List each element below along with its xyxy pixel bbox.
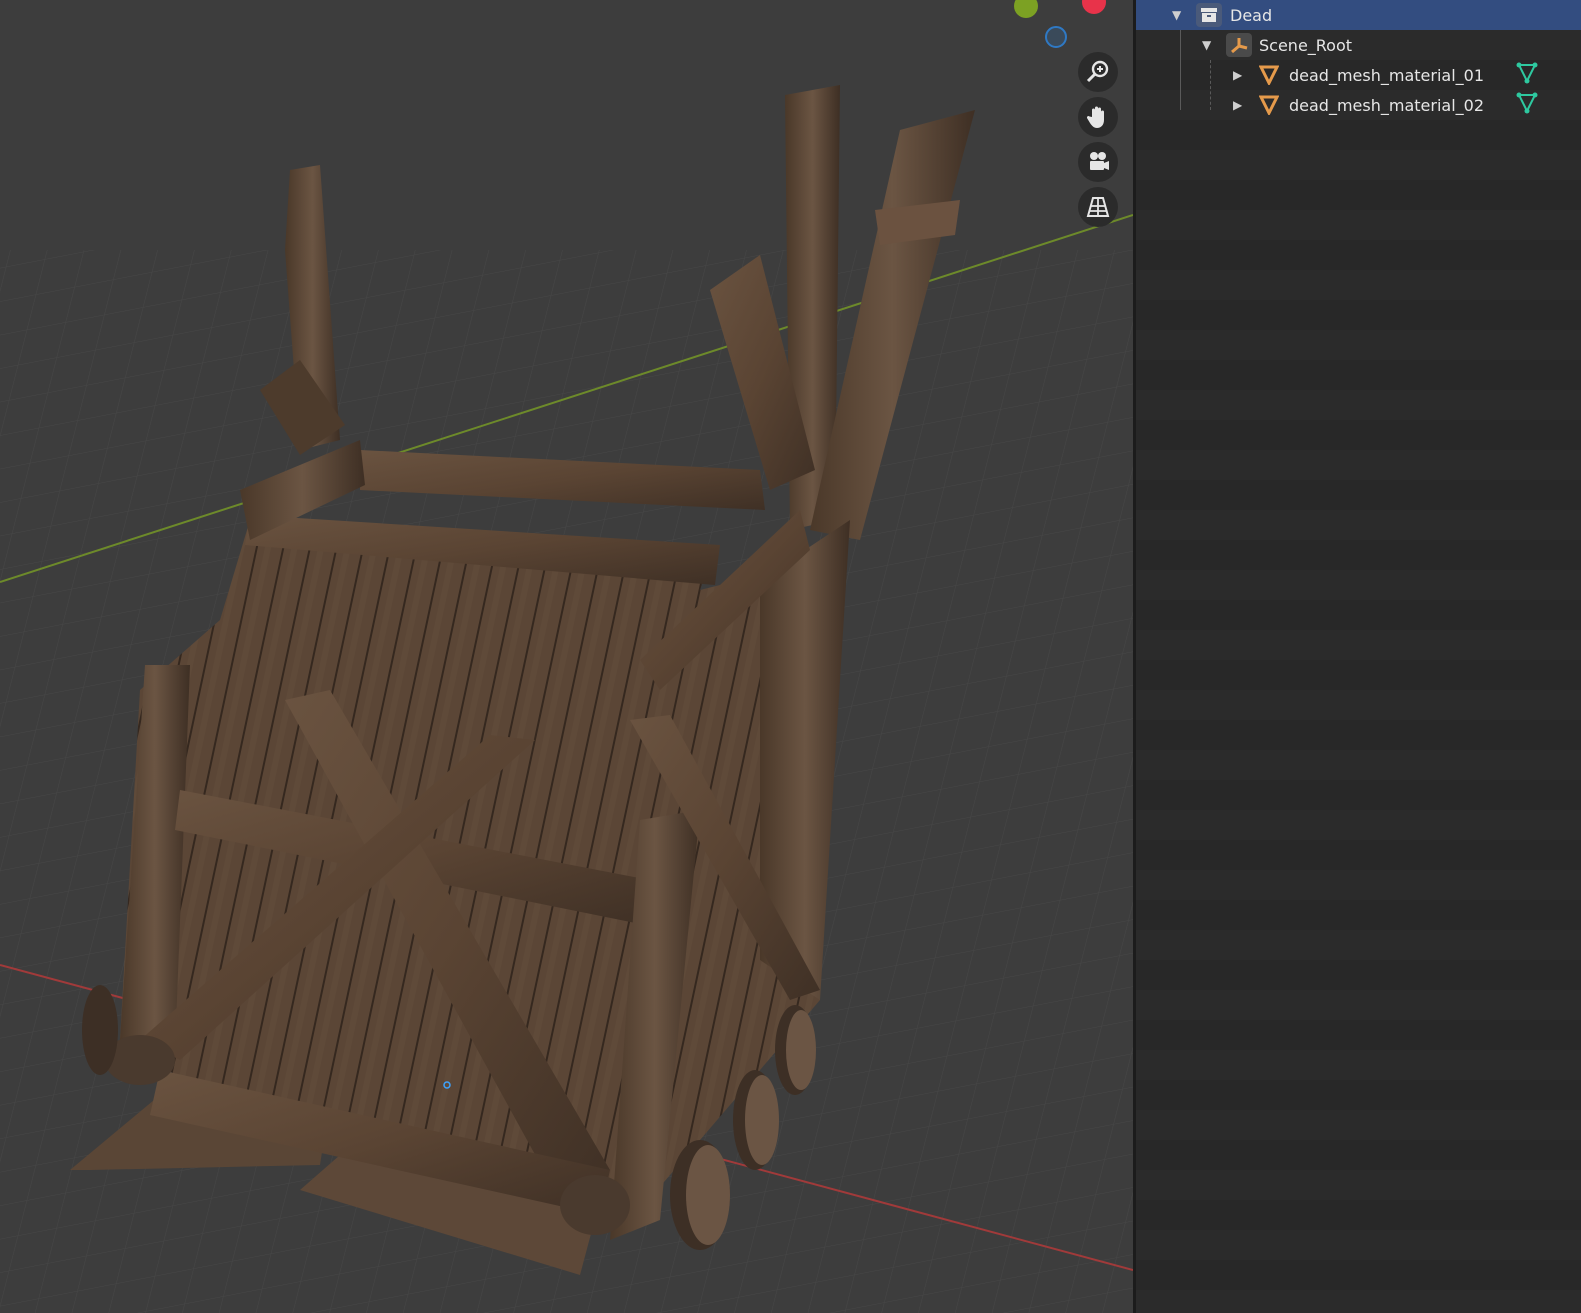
hand-pan-icon — [1086, 106, 1104, 128]
collapse-triangle-icon[interactable]: ▼ — [1202, 38, 1211, 52]
expand-triangle-icon[interactable]: ▶ — [1233, 98, 1242, 112]
outliner-item-label: dead_mesh_material_01 — [1289, 65, 1485, 85]
outliner-item-dead-mesh-material-02[interactable]: ▶ dead_mesh_material_02 — [1136, 90, 1581, 120]
outliner-item-dead[interactable]: ▼ Dead — [1136, 0, 1581, 30]
expand-triangle-icon[interactable]: ▶ — [1233, 68, 1242, 82]
mesh-object-icon — [1256, 63, 1282, 87]
camera-view-button[interactable] — [1078, 142, 1118, 182]
camera-icon — [1090, 152, 1109, 170]
zoom-button[interactable] — [1078, 52, 1118, 92]
perspective-toggle-button[interactable] — [1078, 187, 1118, 227]
outliner-item-label: Scene_Root — [1259, 35, 1353, 55]
outliner-item-label: dead_mesh_material_02 — [1289, 95, 1485, 115]
z-axis-gizmo-dot[interactable] — [1045, 26, 1067, 48]
zoom-icon — [1086, 60, 1109, 83]
outliner-item-scene-root[interactable]: ▼ Scene_Root — [1136, 30, 1581, 60]
3d-viewport[interactable] — [0, 0, 1133, 1313]
mesh-data-icon[interactable] — [1516, 62, 1538, 88]
mesh-object-icon — [1256, 93, 1282, 117]
collapse-triangle-icon[interactable]: ▼ — [1172, 8, 1181, 22]
outliner-item-label: Dead — [1230, 5, 1273, 25]
perspective-grid-icon — [1086, 197, 1110, 217]
outliner-panel[interactable]: ▼ Dead ▼ Scene_Root ▶ dead_mesh_material… — [1136, 0, 1581, 1313]
mesh-data-icon[interactable] — [1516, 92, 1538, 118]
viewport-scene — [0, 85, 1133, 1313]
outliner-item-dead-mesh-material-01[interactable]: ▶ dead_mesh_material_01 — [1136, 60, 1581, 90]
collection-icon — [1196, 3, 1222, 27]
pan-button[interactable] — [1078, 97, 1118, 137]
empty-object-icon — [1226, 33, 1252, 57]
